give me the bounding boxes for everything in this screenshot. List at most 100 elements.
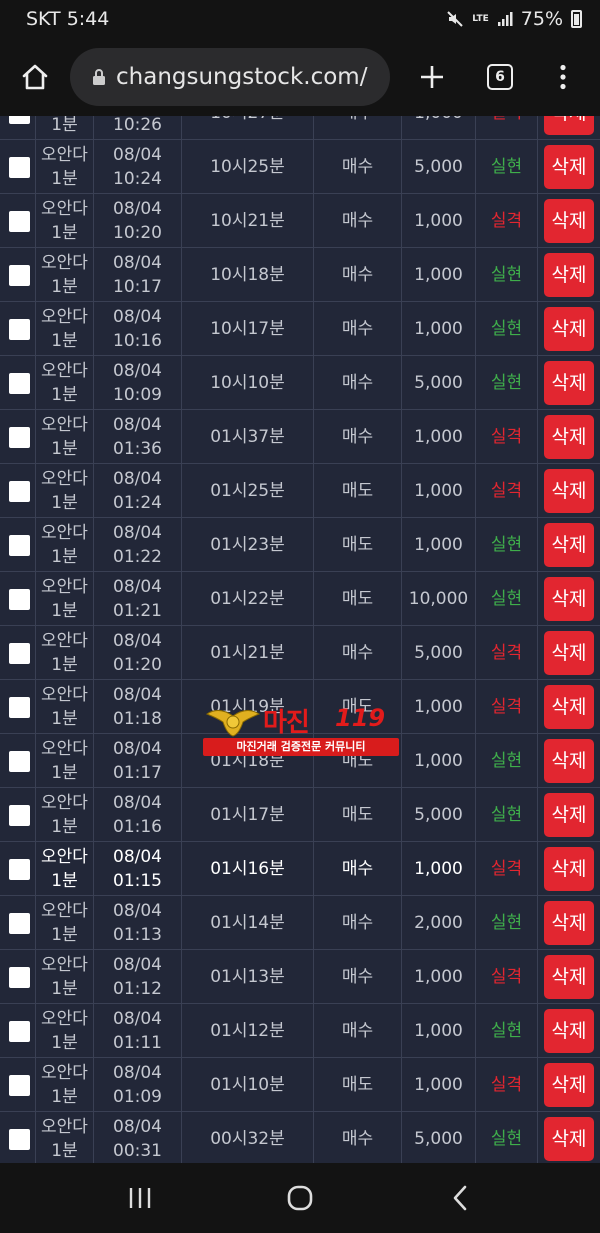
market-cell: 오안다 1분	[36, 356, 94, 410]
row-checkbox[interactable]	[9, 696, 30, 718]
order-time: 10:20	[113, 223, 162, 243]
row-checkbox[interactable]	[9, 1074, 30, 1096]
trade-type-cell: 매수	[314, 626, 402, 680]
row-checkbox[interactable]	[9, 642, 30, 664]
result-cell: 실격	[476, 464, 538, 518]
result-cell: 실현	[476, 788, 538, 842]
tab-count: 6	[487, 64, 513, 90]
home-icon	[22, 64, 48, 90]
delete-button[interactable]: 삭제	[544, 307, 594, 351]
market-cell: 오안다 1분	[36, 464, 94, 518]
market-interval: 1분	[51, 1141, 78, 1161]
delete-button[interactable]: 삭제	[544, 199, 594, 243]
delete-button[interactable]: 삭제	[544, 901, 594, 945]
delete-button[interactable]: 삭제	[544, 523, 594, 567]
delete-button[interactable]: 삭제	[544, 361, 594, 405]
row-checkbox[interactable]	[9, 588, 30, 610]
delete-cell: 삭제	[538, 626, 600, 680]
market-name: 오안다	[41, 145, 88, 165]
round-cell: 01시17분	[182, 788, 314, 842]
address-bar[interactable]: changsungstock.com/	[70, 48, 390, 106]
delete-button[interactable]: 삭제	[544, 793, 594, 837]
row-checkbox-cell	[0, 680, 36, 734]
trade-type-cell: 매도	[314, 518, 402, 572]
row-checkbox[interactable]	[9, 156, 30, 178]
row-checkbox[interactable]	[9, 264, 30, 286]
delete-button[interactable]: 삭제	[544, 955, 594, 999]
order-date: 08/04	[113, 523, 162, 543]
row-checkbox[interactable]	[9, 318, 30, 340]
round-cell: 01시37분	[182, 410, 314, 464]
delete-button[interactable]: 삭제	[544, 1063, 594, 1107]
delete-button[interactable]: 삭제	[544, 685, 594, 729]
row-checkbox[interactable]	[9, 804, 30, 826]
order-date: 08/04	[113, 253, 162, 273]
market-name: 오안다	[41, 469, 88, 489]
row-checkbox[interactable]	[9, 966, 30, 988]
delete-button[interactable]: 삭제	[544, 631, 594, 675]
row-checkbox[interactable]	[9, 1128, 30, 1150]
battery-icon	[571, 10, 582, 28]
order-date: 08/04	[113, 145, 162, 165]
row-checkbox[interactable]	[9, 1020, 30, 1042]
round-cell: 01시12분	[182, 1004, 314, 1058]
result-cell: 실격	[476, 410, 538, 464]
market-cell: 오안다 1분	[36, 1112, 94, 1163]
delete-cell: 삭제	[538, 356, 600, 410]
trade-type-cell: 매수	[314, 302, 402, 356]
table-body: 오안다1분08/0410:2610시27분매수1,000실격삭제오안다1분08/…	[0, 116, 600, 1163]
result-cell: 실현	[476, 356, 538, 410]
recent-apps-button[interactable]	[100, 1168, 180, 1228]
delete-button[interactable]: 삭제	[544, 1117, 594, 1161]
delete-button[interactable]: 삭제	[544, 739, 594, 783]
trade-type-cell: 매도	[314, 464, 402, 518]
row-checkbox[interactable]	[9, 858, 30, 880]
order-time-cell: 08/04 01:36	[94, 410, 182, 464]
row-checkbox[interactable]	[9, 912, 30, 934]
new-tab-button[interactable]	[390, 38, 474, 116]
row-checkbox[interactable]	[9, 534, 30, 556]
delete-button[interactable]: 삭제	[544, 1009, 594, 1053]
market-cell: 오안다 1분	[36, 140, 94, 194]
table-row: 오안다 1분 08/04 01:15 01시16분 매수 1,000 실격 삭제	[0, 842, 600, 896]
amount-cell: 5,000	[402, 140, 476, 194]
home-button[interactable]	[0, 38, 70, 116]
delete-button[interactable]: 삭제	[544, 469, 594, 513]
trade-type-cell: 매수	[314, 842, 402, 896]
result-cell: 실현	[476, 1004, 538, 1058]
tabs-button[interactable]: 6	[474, 38, 526, 116]
table-row: 오안다 1분 08/04 01:13 01시14분 매수 2,000 실현 삭제	[0, 896, 600, 950]
result-cell: 실현	[476, 572, 538, 626]
more-menu-button[interactable]	[526, 38, 600, 116]
amount-cell: 1,000	[402, 680, 476, 734]
delete-button[interactable]: 삭제	[544, 253, 594, 297]
row-checkbox[interactable]	[9, 210, 30, 232]
delete-button[interactable]: 삭제	[544, 577, 594, 621]
result-cell: 실현	[476, 140, 538, 194]
order-time-cell: 08/04 10:24	[94, 140, 182, 194]
eagle-emblem-icon	[205, 710, 261, 737]
back-button[interactable]	[420, 1168, 500, 1228]
amount-cell: 1,000	[402, 1004, 476, 1058]
table-row: 오안다 1분 08/04 10:16 10시17분 매수 1,000 실현 삭제	[0, 302, 600, 356]
row-checkbox[interactable]	[9, 426, 30, 448]
delete-button[interactable]: 삭제	[544, 847, 594, 891]
delete-button[interactable]: 삭제	[544, 145, 594, 189]
delete-cell: 삭제	[538, 842, 600, 896]
row-checkbox[interactable]	[9, 372, 30, 394]
row-checkbox[interactable]	[9, 116, 30, 124]
home-nav-button[interactable]	[260, 1168, 340, 1228]
carrier-time: SKT 5:44	[26, 8, 110, 30]
order-date: 08/04	[113, 955, 162, 975]
trade-type-cell: 매도	[314, 1058, 402, 1112]
delete-button[interactable]: 삭제	[544, 415, 594, 459]
round-cell: 10시18분	[182, 248, 314, 302]
row-checkbox[interactable]	[9, 480, 30, 502]
table-row: 오안다 1분 08/04 01:20 01시21분 매수 5,000 실격 삭제	[0, 626, 600, 680]
order-time-cell: 08/04 01:13	[94, 896, 182, 950]
market-interval: 1분	[51, 871, 78, 891]
trade-type-cell: 매도	[314, 572, 402, 626]
delete-button[interactable]: 삭제	[544, 116, 594, 135]
delete-cell: 삭제	[538, 572, 600, 626]
row-checkbox[interactable]	[9, 750, 30, 772]
